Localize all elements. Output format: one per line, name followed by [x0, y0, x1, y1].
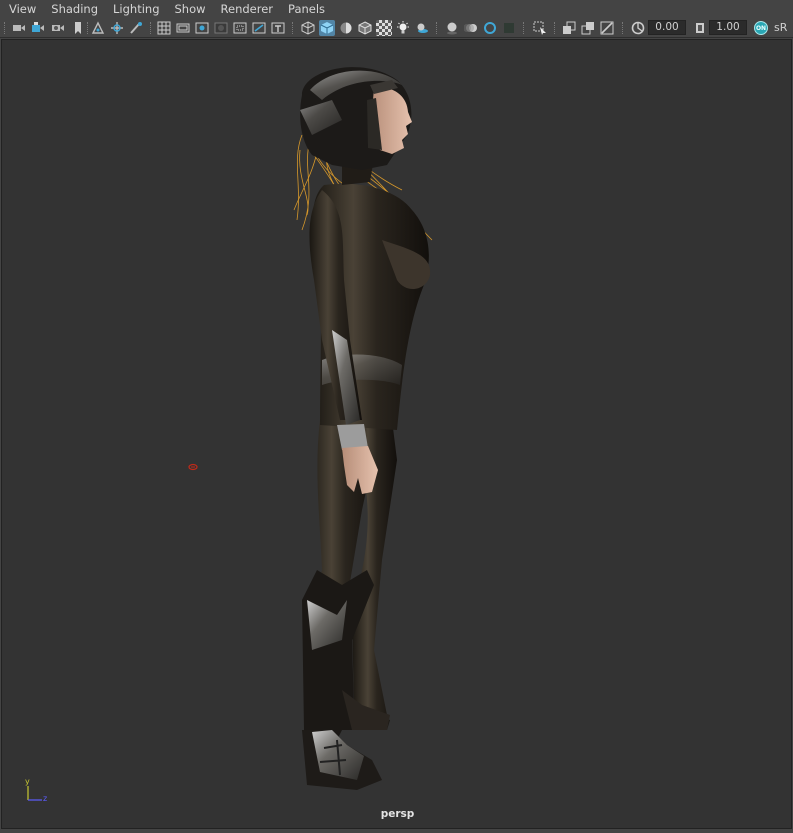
camera-name-label: persp: [380, 808, 415, 820]
paint-tool-icon[interactable]: [128, 20, 144, 36]
3d-viewport[interactable]: y z persp: [1, 39, 792, 829]
exposure-field[interactable]: 0.00: [648, 20, 686, 35]
locator-icon[interactable]: [188, 463, 198, 471]
toolbar-separator: [87, 22, 88, 34]
bookmark-icon[interactable]: [70, 20, 86, 36]
resolution-gate-icon[interactable]: [194, 20, 210, 36]
toolbar-separator: [292, 22, 293, 34]
backface-icon[interactable]: [599, 20, 615, 36]
exposure-icon[interactable]: [630, 20, 646, 36]
gamma-field[interactable]: 1.00: [709, 20, 747, 35]
move-camera-icon[interactable]: [109, 20, 125, 36]
shadows-icon[interactable]: [414, 20, 430, 36]
screen-space-ao-icon[interactable]: [444, 20, 460, 36]
grid-icon[interactable]: [156, 20, 172, 36]
multisample-aa-icon[interactable]: [482, 20, 498, 36]
isolate-select-icon[interactable]: [532, 20, 548, 36]
panel-menubar: View Shading Lighting Show Renderer Pane…: [0, 0, 793, 18]
field-chart-icon[interactable]: [232, 20, 248, 36]
menu-view[interactable]: View: [9, 2, 36, 16]
toolbar-separator: [554, 22, 555, 34]
wireframe-on-shaded-icon[interactable]: [357, 20, 373, 36]
menu-shading[interactable]: Shading: [51, 2, 98, 16]
axis-y-label: y: [25, 777, 30, 786]
toolbar-separator: [150, 22, 151, 34]
wireframe-icon[interactable]: [300, 20, 316, 36]
character-model[interactable]: [2, 40, 792, 829]
camera-icon[interactable]: [11, 20, 27, 36]
safe-title-icon[interactable]: [270, 20, 286, 36]
use-all-lights-icon[interactable]: [395, 20, 411, 36]
motion-blur-icon[interactable]: [463, 20, 479, 36]
safe-action-icon[interactable]: [251, 20, 267, 36]
view-axis-gizmo: y z: [25, 777, 47, 803]
toolbar-separator: [622, 22, 623, 34]
toolbar-separator: [4, 22, 5, 34]
film-gate-icon[interactable]: [175, 20, 191, 36]
snapshot-icon[interactable]: [50, 20, 66, 36]
menu-show[interactable]: Show: [175, 2, 206, 16]
toolbar-separator: [523, 22, 524, 34]
menu-lighting[interactable]: Lighting: [113, 2, 159, 16]
default-material-icon[interactable]: [338, 20, 354, 36]
smooth-shade-icon[interactable]: [319, 20, 335, 36]
xray-joints-icon[interactable]: [561, 20, 577, 36]
axis-z-label: z: [43, 794, 47, 803]
menu-panels[interactable]: Panels: [288, 2, 325, 16]
gate-mask-icon[interactable]: [213, 20, 229, 36]
image-plane-icon[interactable]: [90, 20, 106, 36]
panel-toolbar: 0.00 1.00 ON sR: [0, 18, 793, 38]
color-space-label[interactable]: sR: [774, 21, 787, 34]
xray-active-icon[interactable]: [580, 20, 596, 36]
gamma-icon[interactable]: [692, 20, 708, 36]
menu-renderer[interactable]: Renderer: [221, 2, 274, 16]
depth-of-field-icon[interactable]: [501, 20, 517, 36]
color-management-toggle[interactable]: ON: [754, 21, 768, 35]
camera-attributes-icon[interactable]: [30, 20, 46, 36]
xray-icon[interactable]: [376, 20, 392, 36]
toolbar-separator: [436, 22, 437, 34]
